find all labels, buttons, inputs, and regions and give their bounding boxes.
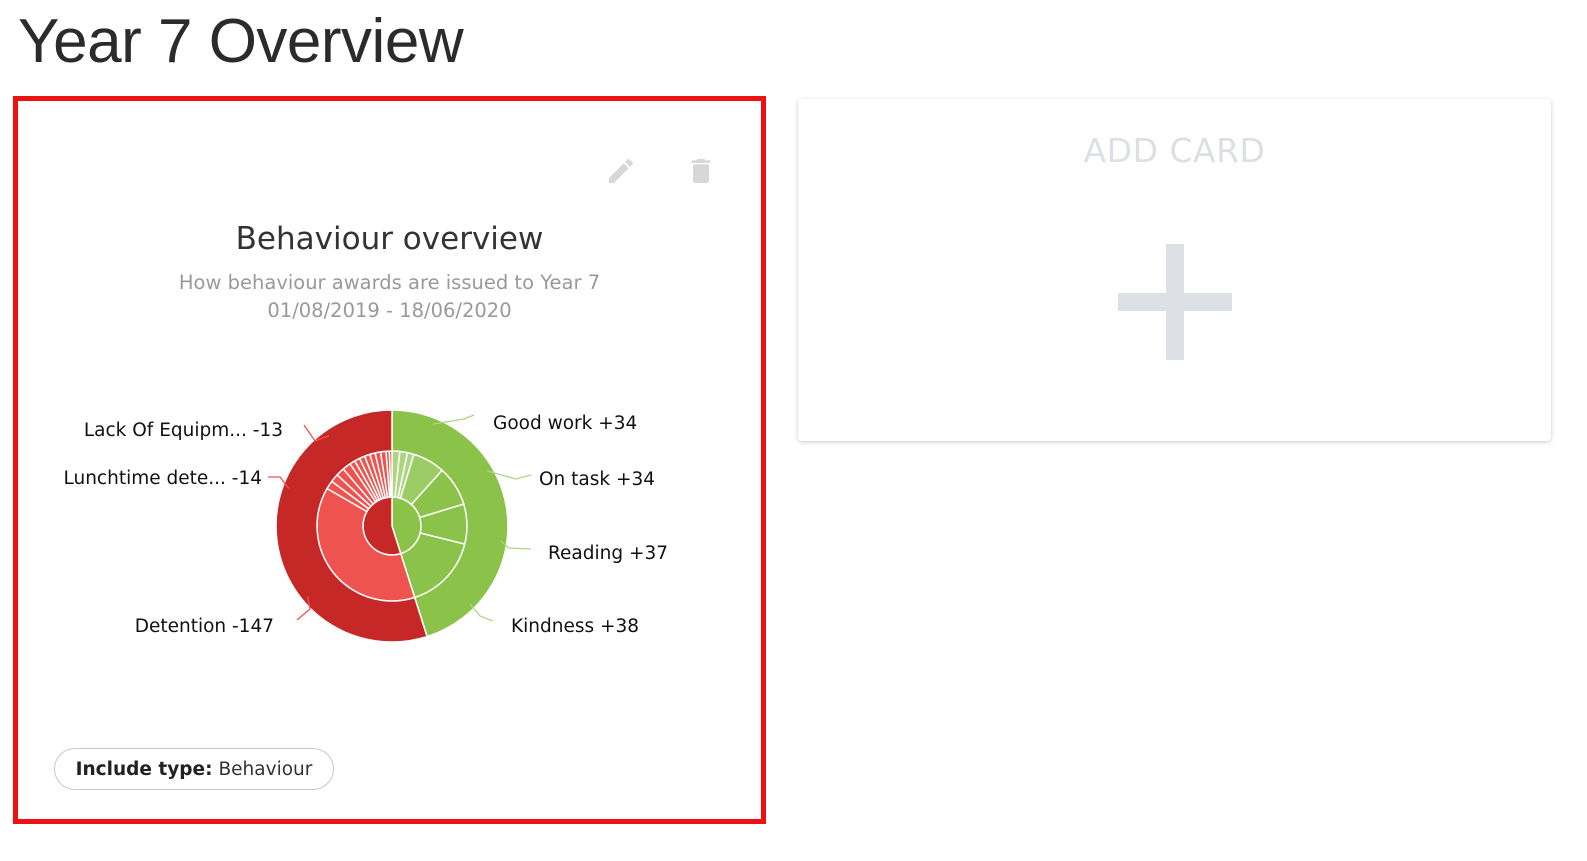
data-label: On task +34: [539, 469, 655, 490]
data-label: Lack Of Equipm... -13: [84, 420, 283, 441]
data-label: Kindness +38: [511, 616, 639, 637]
include-type-filter-chip[interactable]: Include type: Behaviour: [54, 748, 334, 790]
behaviour-overview-card: Behaviour overview How behaviour awards …: [18, 101, 761, 819]
add-card-label: ADD CARD: [1083, 131, 1266, 170]
data-label: Reading +37: [548, 543, 668, 564]
plus-icon: [1118, 244, 1232, 360]
page-title: Year 7 Overview: [18, 7, 464, 76]
sunburst-chart: Good work +34 On task +34 Reading +37 Kindn…: [63, 409, 668, 643]
filter-key: Include type:: [75, 758, 213, 780]
filter-value: Behaviour: [218, 758, 313, 780]
data-label: Lunchtime dete... -14: [63, 468, 262, 489]
data-label: Detention -147: [135, 616, 274, 637]
add-card-button[interactable]: ADD CARD: [798, 99, 1551, 441]
data-label: Good work +34: [493, 413, 637, 434]
